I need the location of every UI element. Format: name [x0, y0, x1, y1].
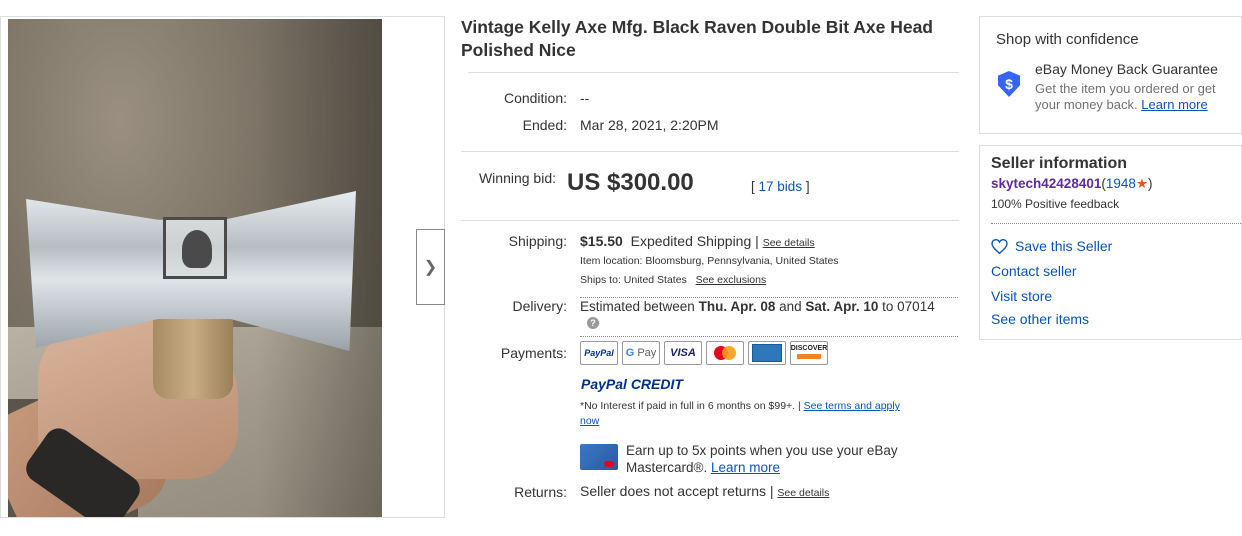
star-icon: ★ [1135, 176, 1149, 191]
payments-label: Payments: [500, 345, 567, 361]
delivery-suffix: to 07014 [878, 299, 935, 314]
paypal-credit-logo: PayPal CREDIT [581, 376, 683, 392]
divider [461, 151, 959, 152]
returns-details-link[interactable]: See details [777, 487, 829, 499]
help-icon[interactable]: ? [587, 317, 599, 329]
mastercard-offer: Earn up to 5x points when you use your e… [626, 442, 898, 476]
dotted-divider [991, 223, 1241, 224]
photo-raven-logo [163, 217, 227, 279]
save-seller-button[interactable]: Save this Seller [991, 238, 1112, 254]
save-seller-label: Save this Seller [1015, 238, 1113, 254]
delivery-estimate: Estimated between Thu. Apr. 08 and Sat. … [580, 299, 935, 314]
condition-label: Condition: [503, 90, 567, 106]
contact-seller-link[interactable]: Contact seller [991, 263, 1077, 279]
item-title-line2: Polished Nice [461, 40, 576, 60]
item-title: Vintage Kelly Axe Mfg. Black Raven Doubl… [461, 16, 959, 62]
amex-icon [748, 341, 786, 365]
delivery-date1: Thu. Apr. 08 [698, 299, 776, 314]
ships-to: Ships to: United States [580, 274, 687, 286]
delivery-label: Delivery: [512, 298, 567, 314]
ended-value: Mar 28, 2021, 2:20PM [580, 117, 719, 133]
listing-photo[interactable] [8, 19, 382, 517]
confidence-heading: Shop with confidence [996, 31, 1139, 48]
heart-icon [991, 238, 1008, 254]
guarantee-title: eBay Money Back Guarantee [1035, 61, 1218, 77]
seller-heading: Seller information [991, 155, 1128, 172]
visit-store-link[interactable]: Visit store [991, 288, 1052, 304]
google-pay-icon: G Pay [622, 341, 660, 365]
seller-name-link[interactable]: skytech42428401 [991, 176, 1101, 191]
credit-note: *No Interest if paid in full in 6 months… [580, 400, 900, 412]
mastercard-line2: Mastercard®. [626, 460, 708, 475]
bracket-open: [ [751, 179, 755, 194]
shipping-cost: $15.50 [580, 233, 623, 249]
returns-line: Seller does not accept returns | See det… [580, 483, 829, 499]
paypal-icon: PayPal [580, 341, 618, 365]
image-gallery [0, 16, 445, 518]
guarantee-line2: your money back. [1035, 97, 1138, 112]
credit-note-text: *No Interest if paid in full in 6 months… [580, 400, 801, 412]
item-details: Vintage Kelly Axe Mfg. Black Raven Doubl… [461, 16, 959, 62]
shipping-method: Expedited Shipping | [630, 233, 759, 249]
ebay-mastercard-icon [580, 444, 618, 470]
mastercard-icon [706, 341, 744, 365]
shipping-details-link[interactable]: See details [763, 237, 815, 249]
delivery-date2: Sat. Apr. 10 [805, 299, 879, 314]
paren-close: ) [1148, 176, 1153, 191]
shipping-line: $15.50 Expedited Shipping | See details [580, 233, 815, 249]
chevron-right-icon: ❯ [423, 259, 438, 276]
bids-link[interactable]: 17 bids [759, 179, 803, 194]
mastercard-line1: Earn up to 5x points when you use your e… [626, 443, 898, 458]
item-title-line1: Vintage Kelly Axe Mfg. Black Raven Doubl… [461, 17, 933, 37]
feedback-score-link[interactable]: 1948 [1106, 176, 1136, 191]
see-other-items-link[interactable]: See other items [991, 311, 1089, 327]
seller-name-line: skytech42428401(1948★) [991, 176, 1153, 192]
bracket-close: ] [805, 179, 810, 194]
guarantee-line1: Get the item you ordered or get [1035, 81, 1216, 96]
item-location: Item location: Bloomsburg, Pennsylvania,… [580, 255, 839, 267]
exclusions-link[interactable]: See exclusions [696, 274, 767, 286]
next-image-button[interactable]: ❯ [416, 229, 445, 305]
winning-bid-label: Winning bid: [478, 170, 556, 186]
returns-text: Seller does not accept returns | [580, 483, 774, 499]
positive-feedback: 100% Positive feedback [991, 197, 1120, 211]
visa-icon: VISA [664, 341, 702, 365]
divider [468, 72, 959, 73]
divider [461, 220, 959, 221]
condition-value: -- [580, 90, 590, 106]
mastercard-learn-more[interactable]: Learn more [711, 460, 780, 475]
winning-bid-value: US $300.00 [567, 169, 694, 196]
discover-icon: DISCOVER [790, 341, 828, 365]
delivery-mid: and [775, 299, 806, 314]
terms-link[interactable]: See terms and apply [804, 400, 900, 412]
guarantee-learn-more[interactable]: Learn more [1141, 97, 1207, 112]
ships-to-line: Ships to: United States See exclusions [580, 274, 766, 286]
terms-link-now[interactable]: now [580, 415, 599, 427]
ended-label: Ended: [522, 117, 567, 133]
bid-count: [ 17 bids ] [751, 179, 810, 194]
dotted-divider [580, 297, 958, 298]
returns-label: Returns: [514, 484, 567, 500]
dotted-divider [580, 336, 958, 337]
guarantee-text: Get the item you ordered or get your mon… [1035, 81, 1216, 113]
delivery-prefix: Estimated between [580, 299, 699, 314]
shipping-label: Shipping: [508, 233, 567, 249]
